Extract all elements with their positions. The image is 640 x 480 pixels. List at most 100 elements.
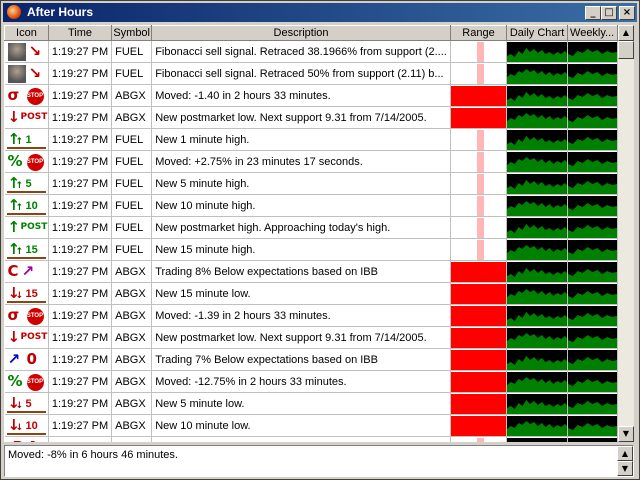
table-row[interactable]: ↓ POST 1:19:27 PM ABGX New postmarket low. N… bbox=[4, 106, 618, 129]
weekly-chart-cell bbox=[567, 282, 618, 305]
alert-icon-cell: ↑ ↑ 15 bbox=[4, 238, 49, 261]
time-cell: 1:19:27 PM bbox=[48, 304, 113, 327]
weekly-chart-cell bbox=[567, 304, 618, 327]
time-cell: 1:19:27 PM bbox=[48, 370, 113, 393]
weekly-sparkline bbox=[568, 349, 617, 370]
table-row[interactable]: ↘ 1:19:27 PM FUEL Fibonacci sell signal. Re… bbox=[4, 62, 618, 85]
table-row[interactable]: ↑ ↑ 1 1:19:27 PM FUEL New 1 minute high. bbox=[4, 128, 618, 151]
scroll-down-button[interactable]: ▼ bbox=[618, 426, 634, 442]
time-cell: 1:19:27 PM bbox=[48, 414, 113, 437]
range-marker bbox=[476, 437, 484, 442]
table-row[interactable]: ↑ ↑ 5 1:19:27 PM FUEL New 5 minute high. bbox=[4, 172, 618, 195]
symbol-cell: FUEL bbox=[111, 194, 153, 217]
table-row[interactable]: ↘ 1:19:27 PM FUEL Fibonacci sell signal. Re… bbox=[4, 40, 618, 63]
scroll-thumb[interactable] bbox=[618, 41, 634, 59]
status-scroll-down[interactable]: ▼ bbox=[617, 461, 633, 476]
range-marker bbox=[476, 129, 484, 150]
table-row[interactable]: ↓ ↓ 5 1:19:27 PM ABGX New 5 minute low. bbox=[4, 392, 618, 415]
grid-scrollbar[interactable]: ▲ ▼ bbox=[618, 25, 634, 442]
alert-icon-cell: ↑ ↑ 1 bbox=[4, 128, 49, 151]
scroll-up-button[interactable]: ▲ bbox=[618, 25, 634, 41]
time-cell: 1:19:27 PM bbox=[48, 106, 113, 129]
range-marker bbox=[476, 63, 484, 84]
time-cell: 1:19:27 PM bbox=[48, 260, 113, 283]
range-cell bbox=[450, 348, 508, 371]
weekly-sparkline bbox=[568, 261, 617, 282]
daily-sparkline bbox=[507, 415, 567, 436]
description-cell: New 5 minute low. bbox=[151, 392, 451, 415]
alert-icon-cell: ↓ ↓ 5 bbox=[4, 392, 49, 415]
range-fill bbox=[450, 107, 506, 128]
col-weekly[interactable]: Weekly... bbox=[567, 25, 618, 41]
table-row[interactable]: ↑ ↑ 10 1:19:27 PM FUEL New 10 minute high. bbox=[4, 194, 618, 217]
title-bar[interactable]: After Hours _ □ × bbox=[3, 3, 637, 22]
symbol-cell: FUEL bbox=[111, 238, 153, 261]
alerts-table: Icon Time Symbol Description Range Daily… bbox=[4, 25, 618, 442]
table-row[interactable]: σ STOP 1:19:27 PM ABGX Moved: -1.39 in 2 hou… bbox=[4, 304, 618, 327]
daily-chart-cell bbox=[506, 238, 569, 261]
weekly-sparkline bbox=[568, 173, 617, 194]
down-post-icon: ↓ POST bbox=[7, 107, 48, 126]
up-10-icon: ↑ ↑ 10 bbox=[5, 196, 48, 216]
table-row[interactable]: ↓ ↓ 10 1:19:27 PM ABGX New 10 minute low. bbox=[4, 414, 618, 437]
symbol-cell: FUEL bbox=[111, 62, 153, 85]
close-button[interactable]: × bbox=[619, 6, 635, 20]
weekly-sparkline bbox=[568, 85, 617, 106]
daily-chart-cell bbox=[506, 282, 569, 305]
range-fill bbox=[450, 393, 506, 414]
app-icon[interactable] bbox=[7, 5, 21, 19]
table-row[interactable]: σ STOP 1:19:27 PM ABGX Moved: -1.40 in 2 hou… bbox=[4, 84, 618, 107]
range-fill bbox=[450, 371, 506, 392]
status-scroll-up[interactable]: ▲ bbox=[617, 446, 633, 461]
daily-chart-cell bbox=[506, 106, 569, 129]
col-description[interactable]: Description bbox=[151, 25, 451, 41]
table-row[interactable]: ↗ 0 1:19:27 PM ABGX Trading 7% Below expecta… bbox=[4, 348, 618, 371]
range-cell bbox=[450, 62, 508, 85]
symbol-cell: ABGX bbox=[111, 282, 153, 305]
symbol-cell: ABGX bbox=[111, 370, 153, 393]
daily-chart-cell bbox=[506, 62, 569, 85]
table-row[interactable]: ↑ ↑ 15 1:19:27 PM FUEL New 15 minute high. bbox=[4, 238, 618, 261]
symbol-cell: FUEL bbox=[111, 128, 153, 151]
table-row[interactable]: ↑ POST 1:19:27 PM FUEL New postmarket high. … bbox=[4, 216, 618, 239]
range-marker bbox=[476, 195, 484, 216]
table-row[interactable]: % STOP 1:19:27 PM ABGX Moved: -12.75% in 2 h… bbox=[4, 370, 618, 393]
table-row[interactable]: C ↗ 1:19:27 PM ABGX Trading 8% Below expecta… bbox=[4, 260, 618, 283]
time-cell: 1:19:27 PM bbox=[48, 172, 113, 195]
range-cell bbox=[450, 436, 508, 442]
minimize-button[interactable]: _ bbox=[585, 6, 601, 20]
time-cell: 1:19:27 PM bbox=[48, 84, 113, 107]
daily-sparkline bbox=[507, 327, 567, 348]
description-cell: Fibonacci sell signal. Retraced 38.1966%… bbox=[151, 40, 451, 63]
window-title: After Hours bbox=[27, 5, 94, 19]
col-daily-chart[interactable]: Daily Chart bbox=[506, 25, 569, 41]
range-fill bbox=[450, 349, 506, 370]
down-post-icon: ↓ POST bbox=[7, 327, 48, 346]
alert-icon-cell: ↗ 0 bbox=[4, 348, 49, 371]
table-row[interactable]: ↓ POST 1:19:27 PM ABGX New postmarket low. N… bbox=[4, 326, 618, 349]
col-symbol[interactable]: Symbol bbox=[111, 25, 153, 41]
time-cell: 1:19:27 PM bbox=[48, 282, 113, 305]
weekly-chart-cell bbox=[567, 150, 618, 173]
symbol-cell: ABGX bbox=[111, 260, 153, 283]
col-time[interactable]: Time bbox=[47, 25, 113, 41]
sigma-stop-icon: σ STOP bbox=[7, 85, 44, 105]
table-row[interactable]: ↓ ↓ 15 1:19:27 PM ABGX New 15 minute low. bbox=[4, 282, 618, 305]
weekly-sparkline bbox=[568, 305, 617, 326]
weekly-chart-cell bbox=[567, 348, 618, 371]
weekly-sparkline bbox=[568, 239, 617, 260]
down-10-icon: ↓ ↓ 10 bbox=[5, 416, 48, 436]
table-row[interactable]: B⇩1:19:27 PMSBSANew Low Bid: -0.25 bbox=[4, 436, 618, 442]
description-cell: New 15 minute high. bbox=[151, 238, 451, 261]
table-row[interactable]: % STOP 1:19:27 PM FUEL Moved: +2.75% in 23 m… bbox=[4, 150, 618, 173]
status-scrollbar[interactable]: ▲ ▼ bbox=[617, 446, 633, 476]
weekly-sparkline bbox=[568, 393, 617, 414]
range-cell bbox=[450, 84, 508, 107]
col-icon[interactable]: Icon bbox=[4, 25, 49, 41]
symbol-cell: ABGX bbox=[111, 348, 153, 371]
maximize-button[interactable]: □ bbox=[601, 6, 617, 20]
daily-sparkline bbox=[507, 151, 567, 172]
daily-chart-cell bbox=[506, 260, 569, 283]
daily-sparkline bbox=[507, 85, 567, 106]
col-range[interactable]: Range bbox=[449, 25, 508, 41]
